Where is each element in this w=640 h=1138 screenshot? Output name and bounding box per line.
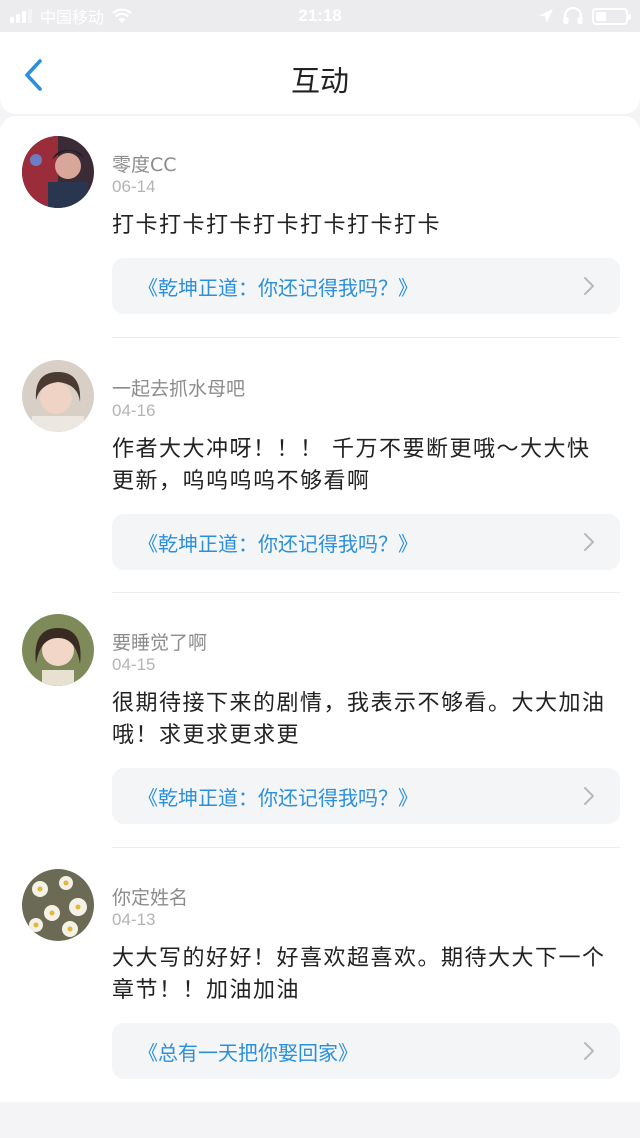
battery-level: [596, 11, 606, 21]
chevron-right-icon: [584, 533, 594, 551]
comment-text: 很期待接下来的剧情，我表示不够看。大大加油哦！求更求更求更: [112, 691, 606, 748]
book-link[interactable]: 《乾坤正道：你还记得我吗？》: [112, 514, 620, 570]
book-link[interactable]: 《总有一天把你娶回家》: [112, 1023, 620, 1079]
divider: [112, 592, 620, 593]
book-title: 《乾坤正道：你还记得我吗？》: [138, 786, 418, 810]
status-right: [530, 6, 631, 26]
book-title: 《乾坤正道：你还记得我吗？》: [138, 276, 418, 300]
username[interactable]: 要睡觉了啊: [112, 628, 207, 655]
avatar[interactable]: [22, 614, 94, 686]
username[interactable]: 你定姓名: [112, 883, 188, 910]
chevron-right-icon: [584, 1042, 594, 1060]
book-link[interactable]: 《乾坤正道：你还记得我吗？》: [112, 768, 620, 824]
location-arrow-icon: [539, 9, 553, 23]
comment-text: 作者大大冲呀！！！ 千万不要断更哦～大大快更新，呜呜呜呜不够看啊: [112, 437, 591, 494]
headphones-icon: [563, 7, 583, 24]
comment-date: 04-13: [112, 910, 156, 929]
avatar[interactable]: [22, 136, 94, 208]
page-title: 互动: [290, 64, 349, 98]
chevron-right-icon: [584, 787, 594, 805]
book-title: 《总有一天把你娶回家》: [138, 1041, 358, 1065]
status-bar: 中国移动 21:18: [0, 0, 640, 32]
comment-text: 大大写的好好！好喜欢超喜欢。期待大大下一个章节！！加油加油: [112, 946, 606, 1003]
chevron-right-icon: [584, 277, 594, 295]
comment-list: 零度CC 06-14 打卡打卡打卡打卡打卡打卡打卡 《乾坤正道：你还记得我吗？》…: [0, 116, 640, 1102]
avatar[interactable]: [22, 869, 94, 941]
book-link[interactable]: 《乾坤正道：你还记得我吗？》: [112, 258, 620, 314]
comment-date: 04-15: [112, 655, 156, 674]
username[interactable]: 零度CC: [112, 150, 177, 177]
comment-date: 06-14: [112, 177, 156, 196]
divider: [112, 337, 620, 338]
comment-date: 04-16: [112, 401, 156, 420]
divider: [112, 847, 620, 848]
comment-text: 打卡打卡打卡打卡打卡打卡打卡: [112, 213, 442, 238]
username[interactable]: 一起去抓水母吧: [112, 374, 245, 401]
nav-bar: 互动: [0, 32, 640, 114]
battery-icon: [592, 7, 631, 25]
book-title: 《乾坤正道：你还记得我吗？》: [138, 532, 418, 556]
avatar[interactable]: [22, 360, 94, 432]
